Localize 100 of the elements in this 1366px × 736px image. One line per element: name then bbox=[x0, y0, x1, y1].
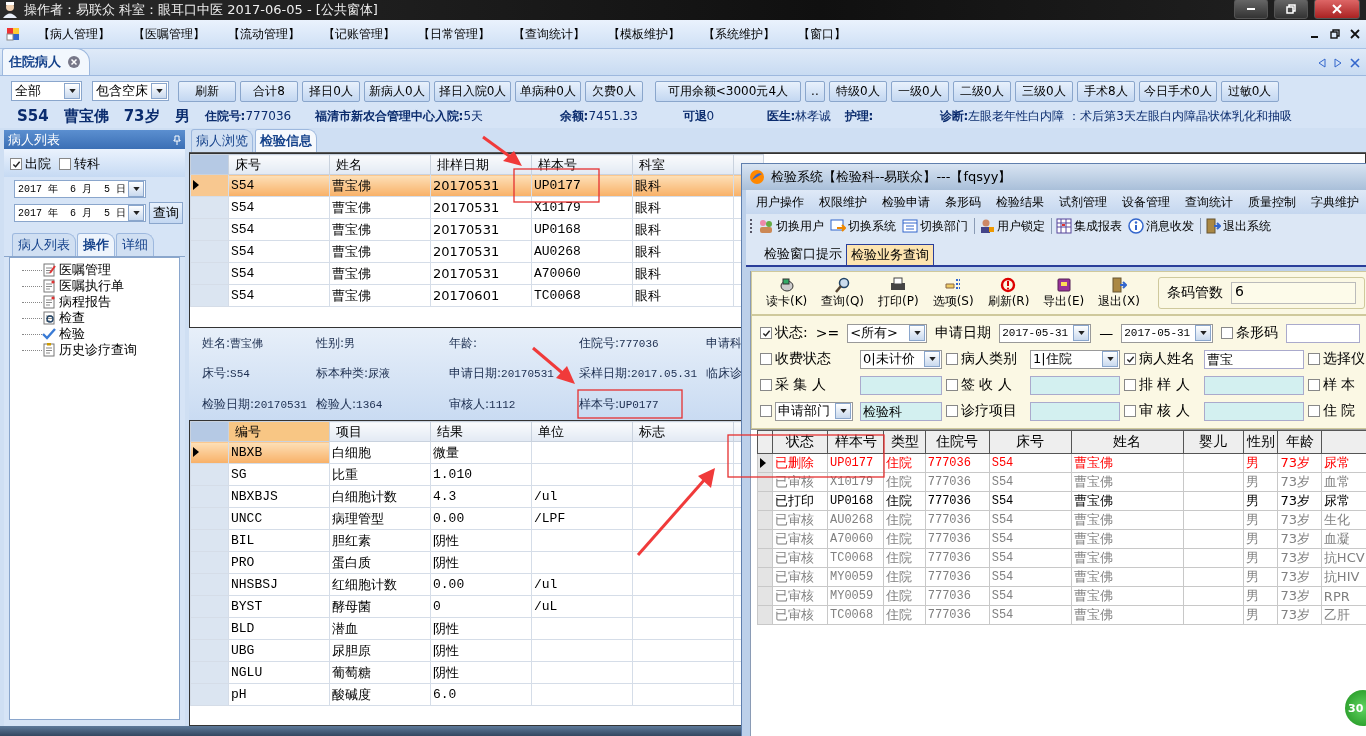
tree-item[interactable]: 检验 bbox=[59, 325, 85, 343]
column-header[interactable]: 科室 bbox=[632, 154, 734, 175]
checkbox-label: 诊疗项目 bbox=[961, 402, 1017, 420]
column-header[interactable]: 年龄 bbox=[1277, 430, 1322, 454]
tree-item[interactable]: 检查 bbox=[59, 309, 85, 327]
field-label: 条码管数 bbox=[1166, 284, 1223, 302]
action-button[interactable]: 导出(E) bbox=[1043, 276, 1085, 310]
column-header[interactable]: 住院号 bbox=[925, 430, 990, 454]
view-tab[interactable]: 检验信息 bbox=[255, 129, 317, 152]
menu-item[interactable]: 试剂管理 bbox=[1059, 193, 1107, 211]
filter-button[interactable]: 可用余额<3000元4人 bbox=[654, 80, 801, 102]
filter-button[interactable]: .. bbox=[804, 80, 825, 102]
menu-item[interactable]: 【查询统计】 bbox=[513, 25, 608, 43]
filter-button[interactable]: 择日0人 bbox=[302, 80, 360, 102]
column-header[interactable]: 排样日期 bbox=[430, 154, 532, 175]
filter-field[interactable]: 检验科 bbox=[860, 401, 942, 421]
tree-item[interactable]: 病程报告 bbox=[59, 293, 111, 311]
status-dropdown[interactable]: <所有> bbox=[847, 323, 928, 343]
filter-button[interactable]: 二级0人 bbox=[952, 80, 1011, 102]
tree-item[interactable]: 历史诊疗查询 bbox=[59, 341, 137, 359]
toolbar-button[interactable]: 切换部门 bbox=[902, 217, 968, 235]
tree-item[interactable]: 医嘱执行单 bbox=[59, 277, 124, 295]
toolbar-button[interactable]: 退出系统 bbox=[1205, 217, 1271, 235]
toolbar-button[interactable]: 用户锁定 bbox=[979, 217, 1045, 235]
menu-item[interactable]: 【记账管理】 bbox=[323, 25, 418, 43]
filter-button[interactable]: 特级0人 bbox=[828, 80, 887, 102]
column-header[interactable]: 单位 bbox=[531, 421, 633, 442]
column-header[interactable]: 床号 bbox=[228, 154, 330, 175]
window-tab[interactable]: 检验窗口提示 bbox=[760, 244, 846, 265]
filter-dropdown[interactable]: 1|住院 bbox=[1030, 349, 1120, 369]
filter-button[interactable]: 合计8 bbox=[240, 80, 298, 102]
barcode-count-field[interactable]: 6 bbox=[1230, 282, 1356, 304]
menu-item[interactable]: 【系统维护】 bbox=[703, 25, 798, 43]
table-cell: 777036 bbox=[927, 456, 971, 470]
toolbar-button[interactable]: 集成报表 bbox=[1056, 217, 1122, 235]
window-tab[interactable]: 检验业务查询 bbox=[846, 244, 934, 265]
date-picker[interactable]: 2017 年 6 月 5 日 bbox=[14, 180, 146, 198]
menu-item[interactable]: 字典维护 bbox=[1311, 193, 1359, 211]
menu-item[interactable]: 【流动管理】 bbox=[228, 25, 323, 43]
column-header[interactable]: 类型 bbox=[883, 430, 926, 454]
view-tab[interactable]: 病人浏览 bbox=[191, 129, 253, 152]
menu-item[interactable]: 【窗口】 bbox=[798, 25, 893, 43]
panel-tab[interactable]: 操作 bbox=[77, 233, 115, 256]
menu-item[interactable]: 质量控制 bbox=[1248, 193, 1296, 211]
menu-item[interactable]: 【模板维护】 bbox=[608, 25, 703, 43]
filter-button[interactable]: 新病人0人 bbox=[364, 80, 430, 102]
column-header[interactable]: 样本号 bbox=[531, 154, 633, 175]
filter-field[interactable]: 曹宝 bbox=[1204, 349, 1304, 369]
filter-button[interactable]: 三级0人 bbox=[1014, 80, 1073, 102]
toolbar-button[interactable]: 切换用户 bbox=[758, 217, 824, 235]
filter-button[interactable]: 一级0人 bbox=[890, 80, 949, 102]
filter-button[interactable]: 今日手术0人 bbox=[1138, 80, 1217, 102]
menu-item[interactable]: 条形码 bbox=[945, 193, 981, 211]
action-button[interactable]: 读卡(K) bbox=[766, 276, 808, 310]
date-picker[interactable]: 2017 年 6 月 5 日 bbox=[14, 204, 146, 222]
filter-button[interactable]: 手术8人 bbox=[1076, 80, 1135, 102]
menu-item[interactable]: 检验申请 bbox=[882, 193, 930, 211]
field-dropdown[interactable]: 申请部门 bbox=[775, 401, 853, 421]
action-button[interactable]: 刷新(R) bbox=[987, 276, 1030, 310]
column-header[interactable]: 姓名 bbox=[329, 154, 431, 175]
menu-item[interactable]: 【日常管理】 bbox=[418, 25, 513, 43]
column-header[interactable]: 床号 bbox=[989, 430, 1072, 454]
date-picker[interactable]: 2017-05-31 bbox=[999, 323, 1092, 343]
menu-item[interactable]: 用户操作 bbox=[756, 193, 804, 211]
ward-dropdown[interactable]: 全部 bbox=[11, 81, 82, 101]
column-header[interactable]: 姓名 bbox=[1071, 430, 1184, 454]
menu-item[interactable]: 权限维护 bbox=[819, 193, 867, 211]
filter-button[interactable]: 过敏0人 bbox=[1220, 80, 1279, 102]
action-button[interactable]: 打印(P) bbox=[878, 276, 919, 310]
panel-tab[interactable]: 病人列表 bbox=[12, 233, 76, 256]
column-header[interactable]: 编号 bbox=[228, 421, 330, 442]
menu-item[interactable]: 【病人管理】 bbox=[38, 25, 133, 43]
menu-item[interactable]: 查询统计 bbox=[1185, 193, 1233, 211]
filter-button[interactable]: 单病种0人 bbox=[515, 80, 581, 102]
panel-tab[interactable]: 详细 bbox=[116, 233, 154, 256]
filter-button[interactable]: 欠费0人 bbox=[584, 80, 643, 102]
column-header[interactable]: 婴儿 bbox=[1183, 430, 1244, 454]
column-header[interactable]: 性别 bbox=[1243, 430, 1278, 454]
toolbar-button[interactable]: 消息收发 bbox=[1128, 217, 1194, 235]
tree-item[interactable]: 医嘱管理 bbox=[59, 261, 111, 279]
action-button[interactable]: 退出(X) bbox=[1098, 276, 1140, 310]
date-picker[interactable]: 2017-05-31 bbox=[1121, 323, 1214, 343]
filter-button[interactable]: 择日入院0人 bbox=[433, 80, 512, 102]
table-cell: 已审核 bbox=[774, 531, 814, 546]
column-header[interactable]: 项目 bbox=[329, 421, 431, 442]
column-header[interactable]: 标志 bbox=[632, 421, 734, 442]
menu-item[interactable]: 设备管理 bbox=[1122, 193, 1170, 211]
action-button[interactable]: 选项(S) bbox=[932, 276, 974, 310]
toolbar-button[interactable]: 切换系统 bbox=[830, 217, 896, 235]
menu-item[interactable]: 【医嘱管理】 bbox=[133, 25, 228, 43]
column-header[interactable]: 结果 bbox=[430, 421, 532, 442]
menu-item[interactable]: 检验结果 bbox=[996, 193, 1044, 211]
table-cell: 777036 bbox=[927, 608, 971, 622]
filter-button[interactable]: 刷新 bbox=[178, 80, 236, 102]
query-button[interactable]: 查询 bbox=[149, 202, 183, 224]
detail-field: 申请科 bbox=[706, 334, 742, 352]
document-tab[interactable]: 住院病人 bbox=[2, 48, 90, 75]
filter-dropdown[interactable]: 0|未计价 bbox=[860, 349, 942, 369]
action-button[interactable]: 查询(Q) bbox=[821, 276, 865, 310]
bed-dropdown[interactable]: 包含空床 bbox=[92, 81, 169, 101]
